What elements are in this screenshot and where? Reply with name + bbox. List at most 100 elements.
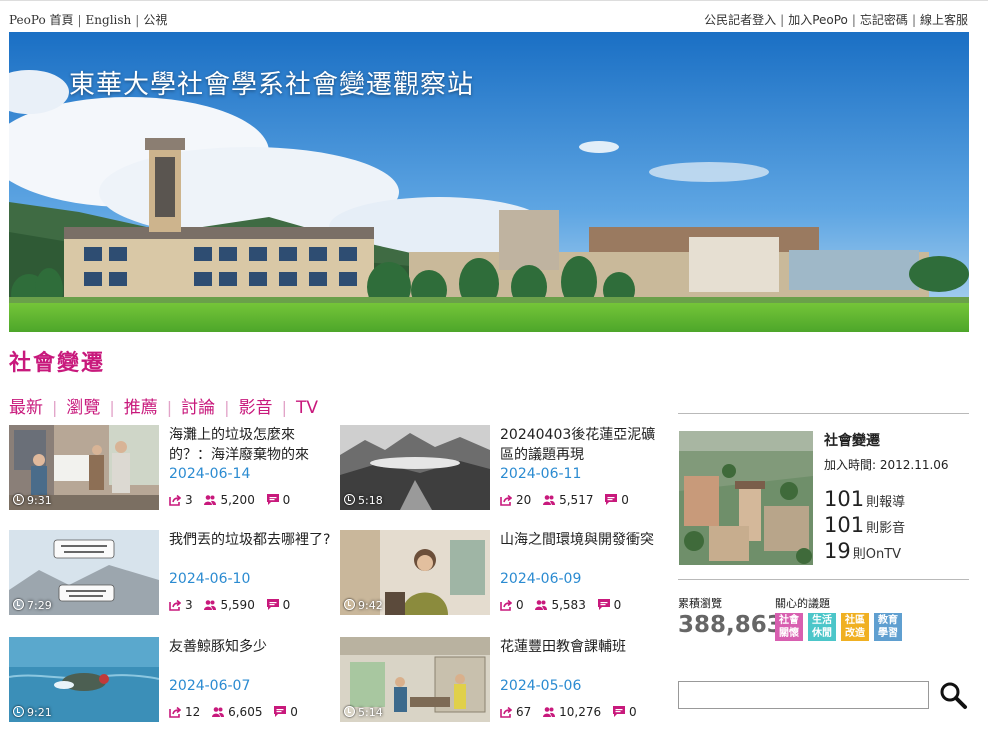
people-icon xyxy=(543,495,556,505)
view-count: 5,517 xyxy=(559,493,594,507)
article-title[interactable]: 花蓮豐田教會課輔班 xyxy=(500,637,662,677)
banner-title: 東華大學社會學系社會變遷觀察站 xyxy=(69,70,475,100)
share-count: 3 xyxy=(185,493,193,507)
article-stats: 20 5,517 0 xyxy=(500,493,637,507)
article-card[interactable]: 5:14 花蓮豐田教會課輔班 2024-05-06 67 10,276 0 xyxy=(340,637,660,722)
comment-count: 0 xyxy=(613,598,622,612)
comment-count: 0 xyxy=(282,493,291,507)
share-count: 3 xyxy=(185,598,193,612)
share-icon xyxy=(169,706,181,718)
channel-name[interactable]: 社會變遷 xyxy=(824,430,880,450)
article-card[interactable]: 7:29 我們丟的垃圾都去哪裡了? 2024-06-10 3 5,590 0 xyxy=(9,530,331,615)
people-icon xyxy=(204,495,217,505)
people-icon xyxy=(204,600,217,610)
citizen-login-link[interactable]: 公民記者登入 xyxy=(704,13,776,27)
article-stats: 12 6,605 0 xyxy=(169,705,306,719)
comment-icon xyxy=(605,494,618,505)
top-links-right: 公民記者登入 | 加入PeoPo | 忘記密碼 | 線上客服 xyxy=(704,13,968,27)
comment-icon xyxy=(597,599,610,610)
video-duration: 9:42 xyxy=(344,599,383,612)
article-title[interactable]: 20240403後花蓮亞泥礦區的議題再現 xyxy=(500,425,662,465)
search-input[interactable] xyxy=(678,681,929,709)
comment-icon xyxy=(612,706,625,717)
share-icon xyxy=(500,599,512,611)
article-title[interactable]: 海灘上的垃圾怎麼來的？：海洋廢棄物的來 xyxy=(169,425,331,465)
report-count[interactable]: 101 則報導 xyxy=(824,487,905,511)
article-stats: 67 10,276 0 xyxy=(500,705,645,719)
channel-avatar[interactable] xyxy=(679,431,813,565)
search-button[interactable] xyxy=(938,680,968,710)
pts-link[interactable]: 公視 xyxy=(143,13,167,27)
video-duration: 9:21 xyxy=(13,706,52,719)
article-thumbnail[interactable]: 9:21 xyxy=(9,637,159,722)
tab-tv[interactable]: TV xyxy=(296,398,318,418)
article-card[interactable]: 9:42 山海之間環境與開發衝突 2024-06-09 0 5,583 0 xyxy=(340,530,660,615)
forgot-password-link[interactable]: 忘記密碼 xyxy=(860,13,908,27)
video-duration: 5:18 xyxy=(344,494,383,507)
article-thumbnail[interactable]: 9:42 xyxy=(340,530,490,615)
view-count: 6,605 xyxy=(228,705,263,719)
people-icon xyxy=(212,707,225,717)
video-count[interactable]: 101 則影音 xyxy=(824,513,905,537)
clock-icon xyxy=(344,599,355,610)
top-links-left: PeoPo 首頁 | English | 公視 xyxy=(9,13,168,27)
article-card[interactable]: 9:31 海灘上的垃圾怎麼來的？：海洋廢棄物的來 2024-06-14 3 5,… xyxy=(9,425,329,510)
tab-video[interactable]: 影音 xyxy=(239,398,273,418)
comment-icon xyxy=(266,599,279,610)
tab-browse[interactable]: 瀏覽 xyxy=(66,398,100,418)
comment-icon xyxy=(274,706,287,717)
view-count: 5,583 xyxy=(551,598,586,612)
article-stats: 0 5,583 0 xyxy=(500,598,629,612)
magnifier-icon xyxy=(940,682,967,709)
share-icon xyxy=(500,494,512,506)
topic-tag-social-care[interactable]: 社會 關懷 xyxy=(775,613,803,641)
article-title[interactable]: 我們丟的垃圾都去哪裡了? xyxy=(169,530,331,570)
comment-count: 0 xyxy=(628,705,637,719)
article-thumbnail[interactable]: 7:29 xyxy=(9,530,159,615)
article-date: 2024-06-14 xyxy=(169,466,251,482)
top-bar: PeoPo 首頁 | English | 公視 公民記者登入 | 加入PeoPo | 忘記密碼 |… xyxy=(0,0,988,32)
comment-icon xyxy=(266,494,279,505)
article-card[interactable]: 9:21 友善鯨豚知多少 2024-06-07 12 6,605 0 xyxy=(9,637,329,722)
video-duration: 7:29 xyxy=(13,599,52,612)
topic-tag-education[interactable]: 教育 學習 xyxy=(874,613,902,641)
clock-icon xyxy=(13,494,24,505)
english-link[interactable]: English xyxy=(86,13,132,27)
channel-banner: 東華大學社會學系社會變遷觀察站 xyxy=(9,32,969,332)
comment-count: 0 xyxy=(290,705,298,719)
share-count: 12 xyxy=(185,705,201,719)
tab-latest[interactable]: 最新 xyxy=(9,398,43,418)
article-title[interactable]: 友善鯨豚知多少 xyxy=(169,637,331,677)
article-date: 2024-05-06 xyxy=(500,678,582,694)
view-count: 5,590 xyxy=(220,598,255,612)
tab-recommend[interactable]: 推薦 xyxy=(124,398,158,418)
article-thumbnail[interactable]: 5:18 xyxy=(340,425,490,510)
article-title[interactable]: 山海之間環境與開發衝突 xyxy=(500,530,662,570)
topic-tag-community[interactable]: 社區 改造 xyxy=(841,613,869,641)
divider xyxy=(678,579,969,580)
view-count: 10,276 xyxy=(559,705,602,719)
view-count: 5,200 xyxy=(220,493,255,507)
comment-count: 0 xyxy=(282,598,291,612)
online-support-link[interactable]: 線上客服 xyxy=(920,13,968,27)
comment-count: 0 xyxy=(621,493,629,507)
article-stats: 3 5,200 0 xyxy=(169,493,298,507)
article-date: 2024-06-07 xyxy=(169,678,251,694)
ontv-count[interactable]: 19 則OnTV xyxy=(824,539,901,563)
article-card[interactable]: 5:18 20240403後花蓮亞泥礦區的議題再現 2024-06-11 20 … xyxy=(340,425,660,510)
clock-icon xyxy=(344,706,355,717)
article-date: 2024-06-09 xyxy=(500,571,582,587)
topic-tag-leisure[interactable]: 生活 休閒 xyxy=(808,613,836,641)
join-peopo-link[interactable]: 加入PeoPo xyxy=(788,13,848,27)
share-count: 67 xyxy=(516,705,532,719)
article-date: 2024-06-11 xyxy=(500,466,582,482)
share-icon xyxy=(169,599,181,611)
clock-icon xyxy=(13,599,24,610)
tab-discussion[interactable]: 討論 xyxy=(181,398,215,418)
article-thumbnail[interactable]: 5:14 xyxy=(340,637,490,722)
article-thumbnail[interactable]: 9:31 xyxy=(9,425,159,510)
join-date: 加入時間: 2012.11.06 xyxy=(824,458,949,472)
share-count: 20 xyxy=(516,493,532,507)
peopo-home-link[interactable]: PeoPo 首頁 xyxy=(9,13,74,27)
clock-icon xyxy=(13,706,24,717)
